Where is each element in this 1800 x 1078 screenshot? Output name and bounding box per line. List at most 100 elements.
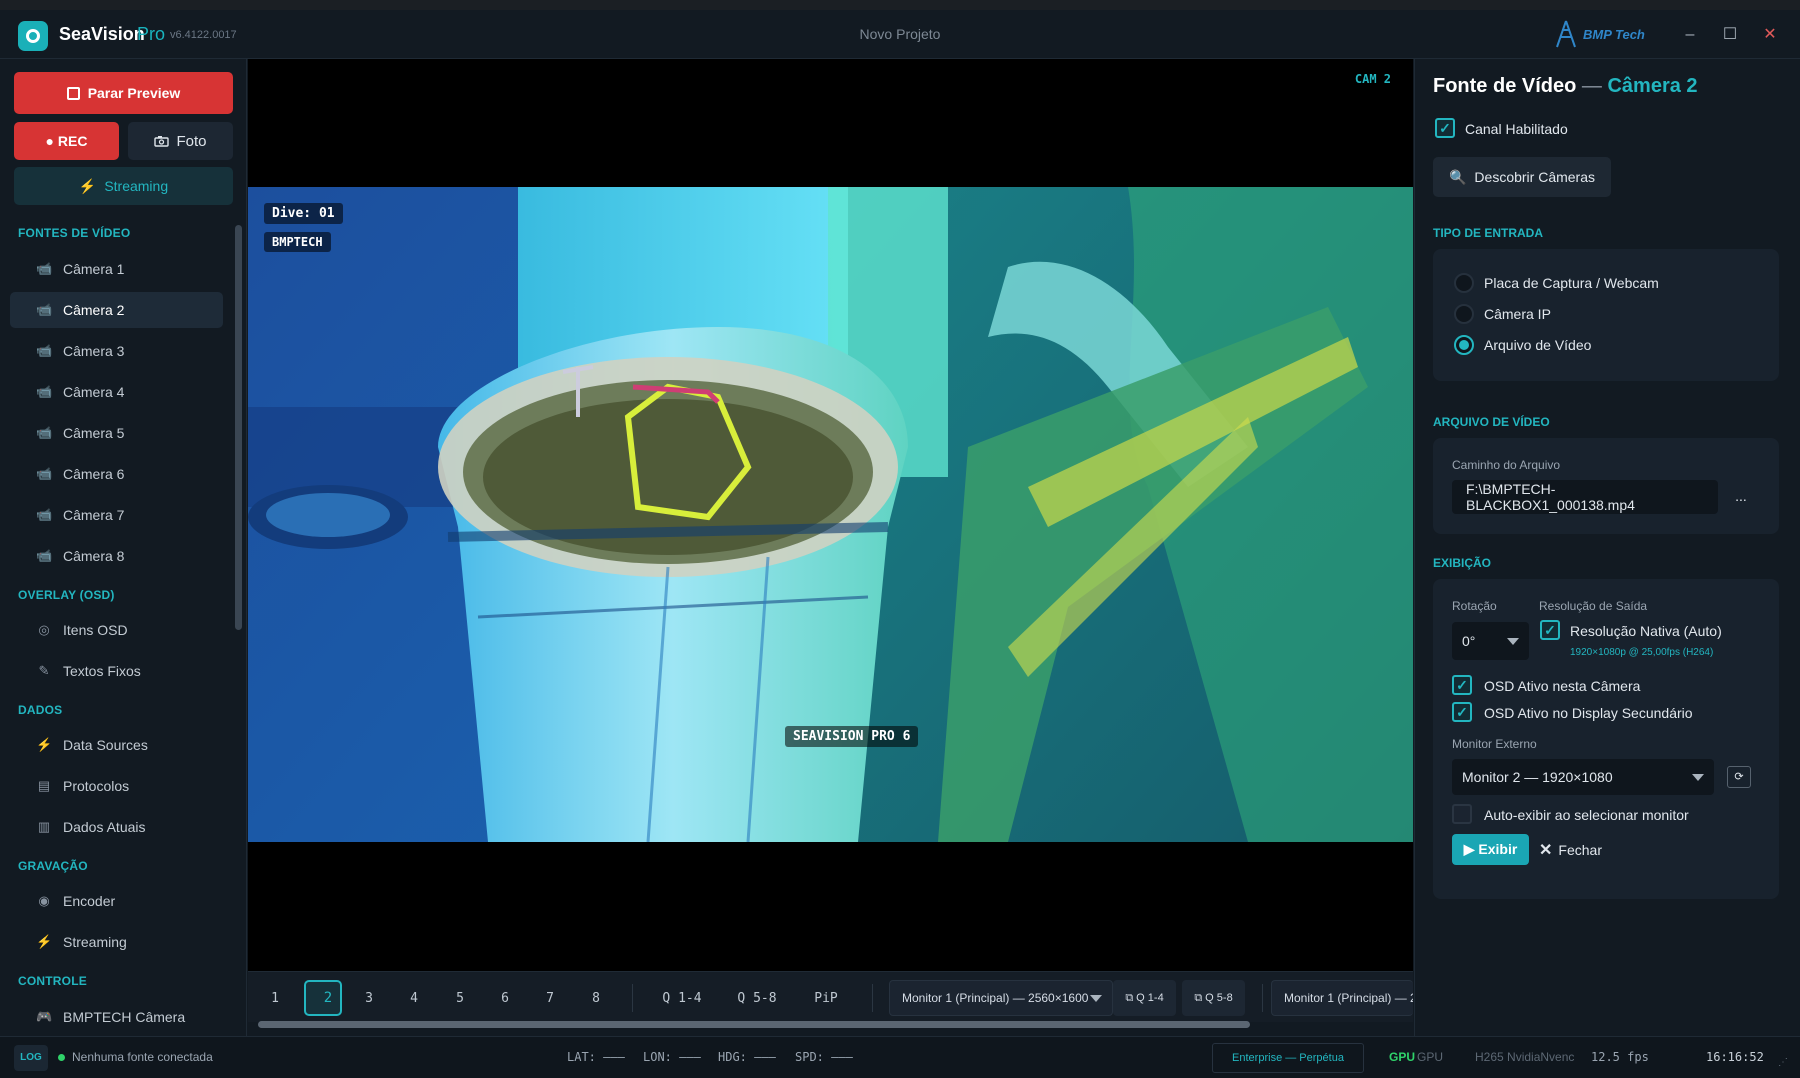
channel-button-1[interactable]: 1 — [256, 980, 294, 1016]
sidebar-item-camera-2[interactable]: 📹 Câmera 2 — [10, 292, 223, 328]
channel-enabled-label: Canal Habilitado — [1465, 121, 1568, 137]
minimize-button[interactable]: – — [1676, 22, 1704, 48]
osd-camera-label: OSD Ativo nesta Câmera — [1484, 678, 1641, 694]
sidebar-item-camera-5[interactable]: 📹 Câmera 5 — [10, 415, 223, 451]
sidebar-item-protocols[interactable]: ▤ Protocolos — [10, 768, 223, 804]
monitor-select-secondary-value: Monitor 1 (Principal) — 2 — [1284, 991, 1413, 1005]
browse-button[interactable]: ... — [1724, 488, 1758, 504]
sidebar-item-label: Encoder — [63, 893, 116, 909]
input-type-card: Placa de Captura / Webcam Câmera IP Arqu… — [1433, 249, 1779, 381]
sidebar-item-fixed-texts[interactable]: ✎ Textos Fixos — [10, 653, 223, 689]
radio-video-file-label: Arquivo de Vídeo — [1484, 337, 1592, 353]
layout-pip[interactable]: PiP — [801, 980, 851, 1016]
maximize-button[interactable]: ☐ — [1716, 22, 1744, 48]
sidebar-item-label: Câmera 6 — [63, 466, 125, 482]
sidebar-item-camera-6[interactable]: 📹 Câmera 6 — [10, 456, 223, 492]
channel-button-2[interactable]: 2 — [304, 980, 342, 1016]
layout-quad-5-8[interactable]: Q 5-8 — [723, 980, 791, 1016]
search-icon: 🔍 — [1448, 168, 1467, 185]
section-control: CONTROLE — [18, 974, 87, 988]
rotation-label: Rotação — [1452, 599, 1497, 613]
channel-button-5[interactable]: 5 — [441, 980, 479, 1016]
sidebar-item-camera-8[interactable]: 📹 Câmera 8 — [10, 538, 223, 574]
channel-button-3[interactable]: 3 — [350, 980, 388, 1016]
streaming-button[interactable]: ⚡ Streaming — [14, 167, 233, 205]
channel-enabled-checkbox[interactable]: ✓ — [1435, 118, 1455, 138]
stop-preview-button[interactable]: Parar Preview — [14, 72, 233, 114]
video-preview[interactable]: CAM 2 Dive: 01 BMPTECH SEAVISION PRO 6 — [248, 59, 1413, 971]
native-resolution-info: 1920×1080p @ 25,00fps (H264) — [1570, 647, 1714, 658]
sidebar-item-camera-4[interactable]: 📹 Câmera 4 — [10, 374, 223, 410]
stop-preview-label: Parar Preview — [87, 85, 181, 101]
quad-1-4-output-button[interactable]: ⧉ Q 1-4 — [1113, 980, 1176, 1016]
sidebar-item-label: Dados Atuais — [63, 819, 146, 835]
section-overlay: OVERLAY (OSD) — [18, 588, 115, 602]
rec-button[interactable]: ● REC — [14, 122, 119, 160]
close-button[interactable]: ✕ — [1756, 22, 1784, 48]
file-path-label: Caminho do Arquivo — [1452, 458, 1561, 472]
panel-title-camera: Câmera 2 — [1607, 75, 1698, 97]
sidebar-item-label: Câmera 1 — [63, 261, 125, 277]
channel-button-7[interactable]: 7 — [531, 980, 569, 1016]
chevron-down-icon — [1507, 638, 1519, 645]
sidebar-item-data-sources[interactable]: ⚡ Data Sources — [10, 727, 223, 763]
external-monitor-select[interactable]: Monitor 2 — 1920×1080 — [1452, 759, 1714, 795]
radio-video-file[interactable] — [1454, 335, 1474, 355]
sidebar-item-camera-7[interactable]: 📹 Câmera 7 — [10, 497, 223, 533]
close-display-button[interactable]: ✕ Fechar — [1539, 840, 1602, 860]
discover-cameras-button[interactable]: 🔍 Descobrir Câmeras — [1433, 157, 1611, 197]
section-video-file: ARQUIVO DE VÍDEO — [1433, 415, 1550, 429]
sidebar-item-label: Câmera 5 — [63, 425, 125, 441]
layout-quad-1-4[interactable]: Q 1-4 — [648, 980, 716, 1016]
monitor-select[interactable]: Monitor 1 (Principal) — 2560×1600 — [889, 980, 1113, 1016]
channel-button-4[interactable]: 4 — [395, 980, 433, 1016]
section-input-type: TIPO DE ENTRADA — [1433, 226, 1544, 240]
channel-button-6[interactable]: 6 — [486, 980, 524, 1016]
connection-status: Nenhuma fonte conectada — [72, 1050, 213, 1064]
sidebar-item-encoder[interactable]: ◉ Encoder — [10, 883, 223, 919]
monitor-select-secondary[interactable]: Monitor 1 (Principal) — 2 — [1271, 980, 1413, 1016]
resize-grip-icon[interactable]: ⋰ — [1778, 1057, 1788, 1068]
sidebar-item-bmptech-camera[interactable]: 🎮 BMPTECH Câmera — [10, 999, 223, 1035]
sidebar-scrollbar[interactable] — [235, 225, 242, 630]
sidebar-item-camera-3[interactable]: 📹 Câmera 3 — [10, 333, 223, 369]
auto-show-checkbox[interactable] — [1452, 804, 1472, 824]
radio-ip-camera[interactable] — [1454, 304, 1474, 324]
sidebar-item-label: Textos Fixos — [63, 663, 141, 679]
control-bar-scrollbar[interactable] — [258, 1021, 1250, 1028]
discover-cameras-label: Descobrir Câmeras — [1474, 169, 1596, 185]
osd-secondary-checkbox[interactable]: ✓ — [1452, 702, 1472, 722]
native-resolution-checkbox[interactable]: ✓ — [1540, 620, 1560, 640]
clock: 16:16:52 — [1706, 1050, 1764, 1064]
show-button[interactable]: ▶ Exibir — [1452, 834, 1529, 865]
sidebar-item-camera-1[interactable]: 📹 Câmera 1 — [10, 251, 223, 287]
osd-company-label: BMPTECH — [264, 232, 331, 252]
section-display: EXIBIÇÃO — [1433, 556, 1492, 570]
antenna-icon: ⚡ — [36, 934, 53, 949]
quad-5-8-output-button[interactable]: ⧉ Q 5-8 — [1182, 980, 1245, 1016]
file-path-input[interactable]: F:\BMPTECH-BLACKBOX1_000138.mp4 — [1452, 480, 1718, 514]
photo-button[interactable]: Foto — [128, 122, 233, 160]
sidebar-item-streaming[interactable]: ⚡ Streaming — [10, 924, 223, 960]
copy-icon: ⧉ — [1125, 991, 1134, 1004]
rotation-select[interactable]: 0° — [1452, 622, 1529, 660]
osd-dive-label: Dive: 01 — [264, 203, 343, 224]
log-button[interactable]: LOG — [14, 1045, 48, 1071]
sidebar-item-osd-items[interactable]: ◎ Itens OSD — [10, 612, 223, 648]
project-name: Novo Projeto — [859, 26, 941, 42]
title-bar: SeaVision Pro v6.4122.0017 Novo Projeto … — [0, 10, 1800, 59]
sidebar-item-label: BMPTECH Câmera — [63, 1009, 186, 1025]
close-icon: ✕ — [1539, 842, 1553, 859]
refresh-monitors-icon[interactable]: ⟳ — [1727, 766, 1751, 788]
osd-camera-checkbox[interactable]: ✓ — [1452, 675, 1472, 695]
app-logo-icon — [18, 21, 48, 51]
palette-icon: ◎ — [38, 622, 50, 637]
copy-icon: ⧉ — [1194, 991, 1203, 1004]
channel-button-8[interactable]: 8 — [577, 980, 615, 1016]
sidebar: Parar Preview ● REC Foto ⚡ Streaming FON… — [0, 59, 247, 1036]
section-data: DADOS — [18, 703, 63, 717]
brand-name: BMP Tech — [1583, 26, 1645, 42]
pencil-icon: ✎ — [38, 663, 50, 678]
radio-capture-card[interactable] — [1454, 273, 1474, 293]
sidebar-item-current-data[interactable]: ▥ Dados Atuais — [10, 809, 223, 845]
